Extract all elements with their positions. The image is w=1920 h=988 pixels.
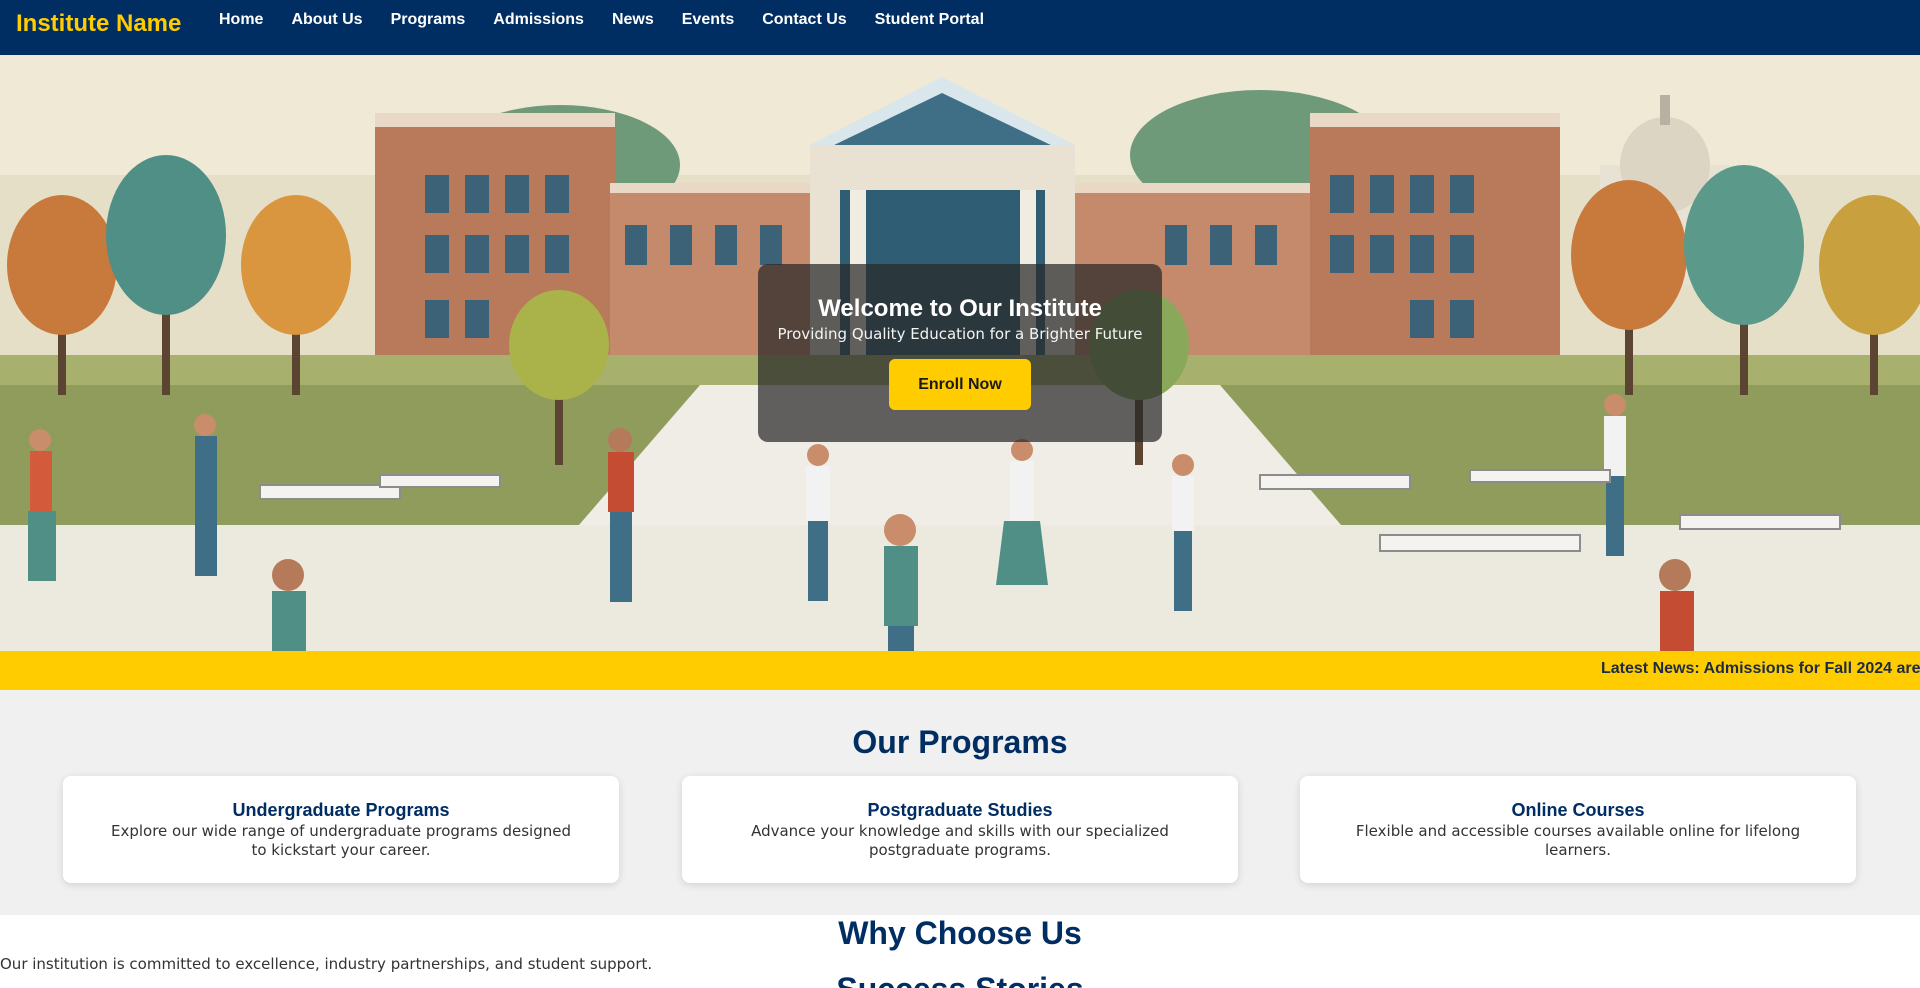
programs-section: Our Programs Undergraduate Programs Expl… [0, 690, 1920, 915]
nav-student-portal-link[interactable]: Student Portal [875, 11, 984, 29]
top-navbar: Institute Name Home About Us Programs Ad… [0, 0, 1920, 55]
program-card-title: Undergraduate Programs [232, 800, 450, 820]
program-card-postgraduate[interactable]: Postgraduate Studies Advance your knowle… [682, 776, 1238, 883]
nav-news-link[interactable]: News [612, 11, 654, 29]
nav-home-link[interactable]: Home [219, 11, 263, 29]
brand-logo-text[interactable]: Institute Name [16, 10, 181, 38]
hero-section: Welcome to Our Institute Providing Quali… [0, 55, 1920, 651]
program-card-description: Flexible and accessible courses availabl… [1355, 822, 1801, 859]
enroll-now-button[interactable]: Enroll Now [889, 359, 1031, 410]
nav-programs-link[interactable]: Programs [391, 11, 466, 29]
hero-overlay-card: Welcome to Our Institute Providing Quali… [758, 264, 1162, 442]
why-choose-us-section: Why Choose Us Our institution is committ… [0, 915, 1920, 988]
program-card-undergraduate[interactable]: Undergraduate Programs Explore our wide … [63, 776, 619, 883]
news-ticker-text: Latest News: Admissions for Fall 2024 ar… [1601, 660, 1920, 677]
programs-heading: Our Programs [852, 724, 1068, 760]
news-ticker: Latest News: Admissions for Fall 2024 ar… [0, 651, 1920, 690]
nav-events-link[interactable]: Events [682, 11, 734, 29]
program-card-description: Advance your knowledge and skills with o… [751, 822, 1169, 859]
success-stories-heading: Success Stories [0, 971, 1920, 988]
program-card-title: Online Courses [1511, 800, 1645, 820]
program-card-description: Explore our wide range of undergraduate … [110, 822, 571, 859]
hero-subtitle: Providing Quality Education for a Bright… [777, 325, 1143, 343]
hero-title: Welcome to Our Institute [818, 295, 1102, 322]
nav-admissions-link[interactable]: Admissions [493, 11, 584, 29]
program-card-title: Postgraduate Studies [867, 800, 1053, 820]
nav-contact-link[interactable]: Contact Us [762, 11, 846, 29]
why-choose-us-heading: Why Choose Us [838, 915, 1082, 951]
program-card-online[interactable]: Online Courses Flexible and accessible c… [1300, 776, 1856, 883]
nav-menu: Home About Us Programs Admissions News E… [219, 11, 984, 29]
nav-about-link[interactable]: About Us [291, 11, 362, 29]
